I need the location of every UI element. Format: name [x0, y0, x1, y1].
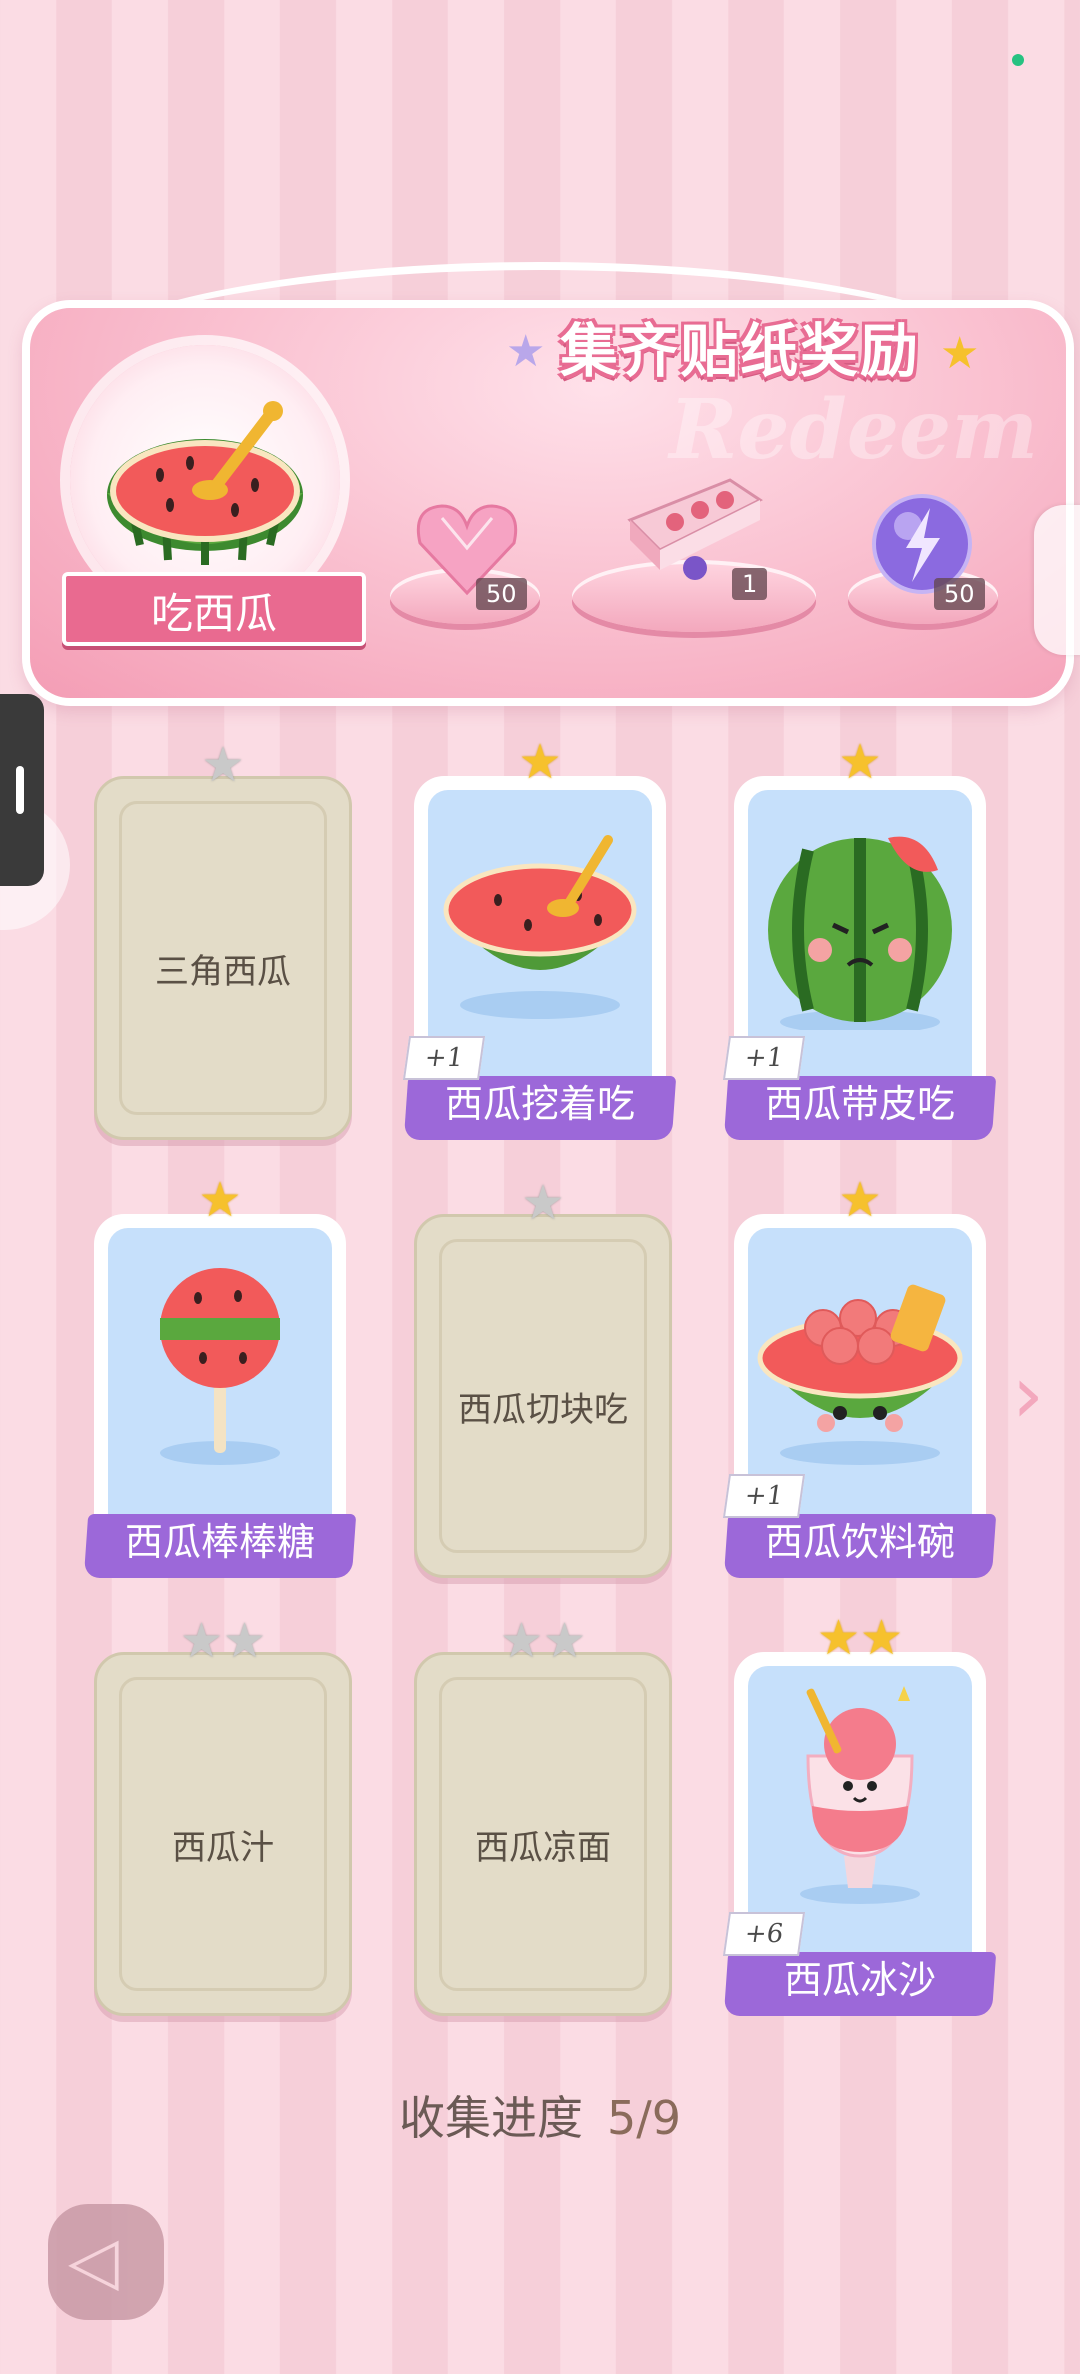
card-name: 西瓜饮料碗 — [764, 1520, 955, 1564]
card-stars: ★ — [734, 738, 986, 786]
side-drawer-handle[interactable] — [0, 694, 44, 886]
gold-star-icon: ★ — [940, 328, 980, 379]
duplicate-count-tag: +1 — [722, 1036, 806, 1080]
handle-grip — [16, 766, 24, 814]
sticker-card-locked[interactable]: ★★ 西瓜汁 — [94, 1617, 352, 2016]
reward-count-badge: 1 — [732, 568, 768, 600]
back-arrow-icon: ◁ — [68, 2222, 119, 2299]
card-name: 西瓜冰沙 — [783, 1958, 936, 2002]
card-stars: ★ — [734, 1176, 986, 1224]
sticker-card-collected[interactable]: ★★ 西瓜冰沙 +6 — [722, 1614, 997, 2016]
star-icon: ★ — [179, 1613, 223, 1669]
reward-count-badge: 50 — [476, 578, 527, 610]
sticker-card-collected[interactable]: ★ 西瓜饮料碗 +1 — [722, 1176, 997, 1578]
card-stars: ★ — [97, 741, 349, 789]
card-name: 西瓜凉面 — [475, 1827, 611, 1868]
reward-count-badge: 50 — [934, 578, 985, 610]
card-name: 西瓜切块吃 — [458, 1389, 628, 1430]
duplicate-count-tag: +6 — [722, 1912, 806, 1956]
card-art — [108, 1228, 332, 1558]
card-name: 西瓜棒棒糖 — [124, 1520, 315, 1564]
next-page-arrow-icon[interactable]: › — [1012, 1348, 1044, 1441]
duplicate-count-tag: +1 — [402, 1036, 486, 1080]
watermelon-drink-bowl-icon — [757, 1284, 963, 1465]
back-button[interactable]: ◁ — [48, 2204, 164, 2320]
star-icon: ★ — [201, 737, 245, 793]
collection-progress: 收集进度 5/9 — [0, 2082, 1080, 2148]
star-icon: ★ — [838, 1172, 882, 1228]
progress-value: 5/9 — [606, 2091, 682, 2145]
sticker-card-locked[interactable]: ★★ 西瓜凉面 — [414, 1617, 672, 2016]
card-stars: ★★ — [734, 1614, 986, 1662]
card-stars: ★★ — [417, 1617, 669, 1665]
progress-label: 收集进度 — [398, 2091, 583, 2145]
star-icon: ★ — [518, 734, 562, 790]
sticker-card-locked[interactable]: ★ 三角西瓜 — [94, 741, 352, 1140]
status-indicator-dot — [1012, 54, 1024, 66]
star-icon: ★ — [543, 1613, 587, 1669]
main-reward-ribbon: 吃西瓜 — [62, 572, 366, 646]
sticker-card-collected[interactable]: ★ 西瓜挖着吃 +1 — [402, 738, 677, 1140]
card-stars: ★ — [94, 1176, 346, 1224]
angry-watermelon-icon — [768, 836, 952, 1034]
watermelon-smoothie-icon — [800, 1686, 920, 1904]
sticker-card-collected[interactable]: ★ 西瓜棒棒糖 — [83, 1176, 357, 1578]
star-icon: ★ — [223, 1613, 267, 1669]
star-icon: ★ — [499, 1613, 543, 1669]
card-name: 西瓜汁 — [172, 1827, 274, 1868]
card-name: 西瓜带皮吃 — [764, 1082, 955, 1126]
star-icon: ★ — [521, 1175, 565, 1231]
card-stars: ★ — [414, 738, 666, 786]
star-icon: ★ — [198, 1172, 242, 1228]
purple-star-icon: ★ — [506, 326, 546, 377]
card-stars: ★★ — [97, 1617, 349, 1665]
star-icon: ★ — [838, 734, 882, 790]
sticker-card-locked[interactable]: ★ 西瓜切块吃 — [414, 1179, 672, 1578]
watermelon-lollipop-icon — [160, 1268, 280, 1465]
banner-title: 集齐贴纸奖励 — [560, 317, 921, 385]
sticker-card-collected[interactable]: ★ 西瓜带皮吃 +1 — [722, 738, 997, 1140]
card-stars: ★ — [417, 1179, 669, 1227]
main-reward-name: 吃西瓜 — [150, 589, 277, 638]
star-icon: ★ — [860, 1610, 904, 1666]
duplicate-count-tag: +1 — [722, 1474, 806, 1518]
card-name: 三角西瓜 — [155, 951, 291, 992]
watermelon-scoop-icon — [443, 835, 637, 1019]
star-icon: ★ — [816, 1610, 860, 1666]
right-side-tab[interactable] — [1034, 505, 1080, 655]
card-name: 西瓜挖着吃 — [444, 1082, 635, 1126]
